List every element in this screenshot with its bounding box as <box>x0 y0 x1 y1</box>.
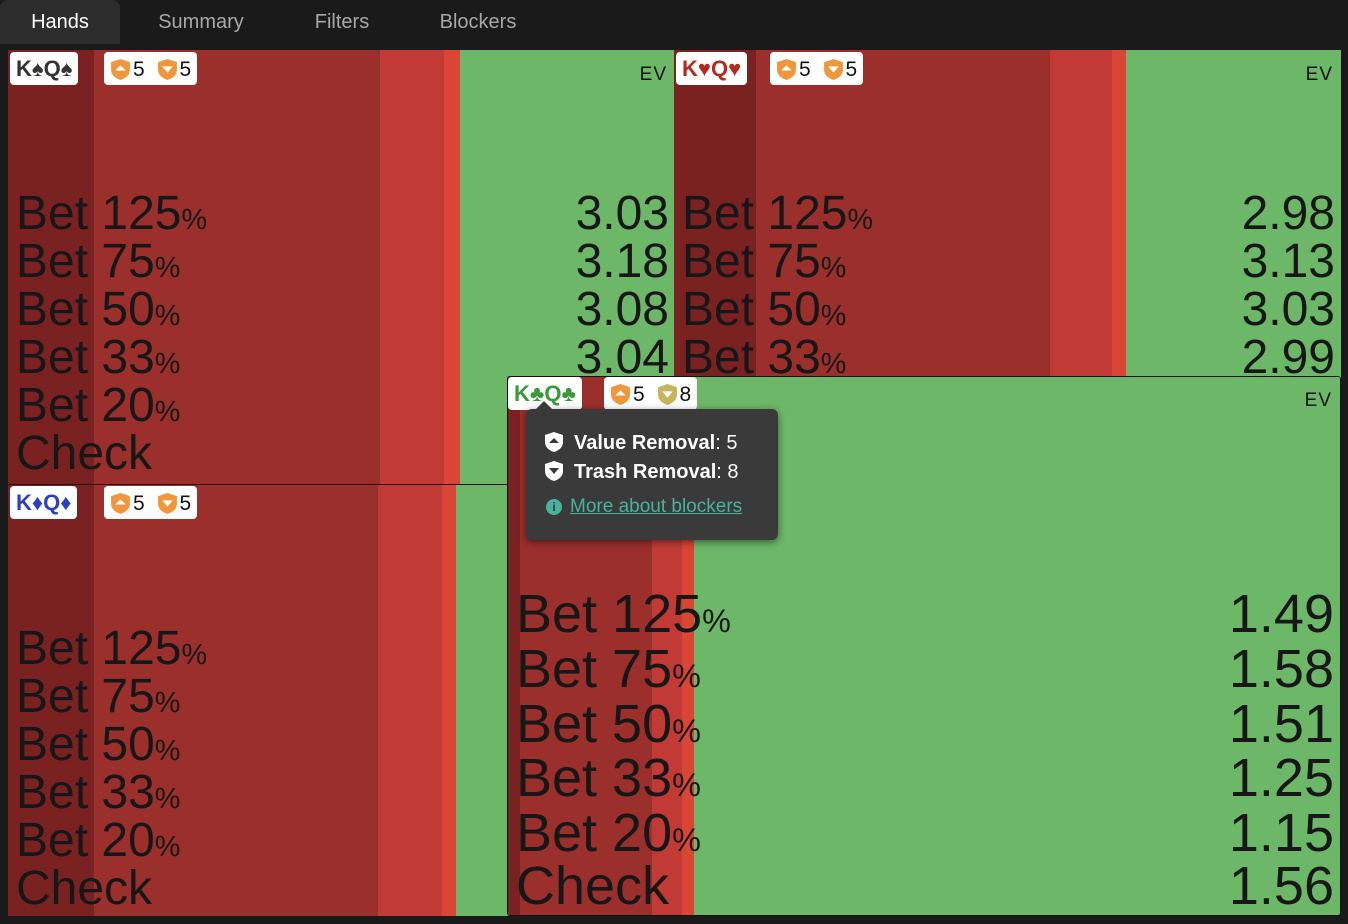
percent-sign: % <box>181 204 208 236</box>
action-label: Bet 75 <box>682 235 821 288</box>
tab-filters[interactable]: Filters <box>292 0 392 44</box>
ev-value: 1.58 <box>1228 639 1334 699</box>
action-label: Bet 20 <box>516 803 673 863</box>
action-label: Bet 75 <box>16 670 155 723</box>
percent-sign: % <box>672 767 701 803</box>
tooltip-value-label: Value Removal <box>574 432 716 454</box>
action-label: Bet 33 <box>16 331 155 384</box>
action-label: Check <box>516 856 670 916</box>
percent-sign: % <box>154 300 181 332</box>
action-label: Bet 50 <box>16 718 155 771</box>
percent-sign: % <box>672 658 701 694</box>
percent-sign: % <box>154 348 181 380</box>
blocker-badge[interactable]: 5 5 <box>104 52 198 85</box>
tab-summary[interactable]: Summary <box>136 0 266 44</box>
percent-sign: % <box>820 252 847 284</box>
tooltip-value-row: Value Removal: 5 <box>544 431 737 455</box>
action-label: Check <box>16 427 153 480</box>
value-removal-count: 5 <box>133 491 145 515</box>
percent-sign: % <box>154 831 181 863</box>
ev-column-label: EV <box>1305 64 1333 85</box>
trash-removal-shield-icon <box>157 58 178 81</box>
value-removal-count: 5 <box>799 57 811 81</box>
value-removal-count: 5 <box>633 382 645 406</box>
trash-removal-shield-icon <box>657 383 678 406</box>
blocker-tooltip: Value Removal: 5 Trash Removal: 8 i More … <box>526 401 778 540</box>
trash-removal-count: 5 <box>845 57 858 81</box>
action-label: Bet 75 <box>516 639 673 699</box>
action-label: Bet 125 <box>16 622 182 675</box>
value-removal-count: 5 <box>133 57 145 81</box>
action-label: Bet 50 <box>682 283 821 336</box>
trash-removal-shield-icon <box>823 58 844 81</box>
trash-removal-shield-icon <box>157 492 178 515</box>
tooltip-trash-row: Trash Removal: 8 <box>544 460 739 484</box>
ev-column-label: EV <box>639 64 667 85</box>
more-about-blockers-link[interactable]: i More about blockers <box>546 496 742 518</box>
trash-removal-count: 8 <box>679 382 692 406</box>
ev-value: 1.56 <box>1228 856 1334 916</box>
percent-sign: % <box>154 252 181 284</box>
tooltip-trash-count: 8 <box>727 461 739 483</box>
value-removal-shield-icon <box>110 58 131 81</box>
ev-value: 3.18 <box>575 235 669 288</box>
action-label: Check <box>16 862 153 915</box>
ev-column-label: EV <box>1304 390 1332 411</box>
ev-value: 2.99 <box>1241 331 1335 384</box>
action-label: Bet 33 <box>682 331 821 384</box>
blocker-badge[interactable]: 5 5 <box>104 486 198 519</box>
tooltip-value-count: 5 <box>726 432 738 454</box>
trash-removal-count: 5 <box>179 491 192 515</box>
percent-sign: % <box>820 300 847 332</box>
value-removal-shield-icon <box>544 431 564 453</box>
info-icon: i <box>546 499 562 515</box>
value-removal-shield-icon <box>776 58 797 81</box>
hand-label: K♥Q♥ <box>676 52 748 85</box>
percent-sign: % <box>154 396 181 428</box>
action-label: Bet 33 <box>516 748 673 808</box>
value-removal-shield-icon <box>610 383 631 406</box>
hand-label: K♦Q♦ <box>10 486 78 519</box>
ev-value: 1.49 <box>1228 584 1334 644</box>
ev-value: 2.98 <box>1241 187 1335 240</box>
action-label: Bet 50 <box>16 283 155 336</box>
tab-blockers[interactable]: Blockers <box>418 0 538 44</box>
ev-value: 3.03 <box>1241 283 1335 336</box>
tab-hands[interactable]: Hands <box>0 0 120 44</box>
more-about-blockers-label: More about blockers <box>570 496 743 517</box>
action-label: Bet 33 <box>16 766 155 819</box>
tooltip-trash-label: Trash Removal <box>574 461 717 483</box>
trash-removal-count: 5 <box>179 57 192 81</box>
action-label: Bet 125 <box>682 187 848 240</box>
action-label: Bet 20 <box>16 814 155 867</box>
ev-value: 1.25 <box>1228 748 1334 808</box>
percent-sign: % <box>672 713 701 749</box>
percent-sign: % <box>154 783 181 815</box>
action-label: Bet 125 <box>16 187 182 240</box>
trash-removal-shield-icon <box>544 460 564 482</box>
tab-bar: Hands Summary Filters Blockers <box>0 0 1348 46</box>
percent-sign: % <box>672 822 701 858</box>
action-label: Bet 75 <box>16 235 155 288</box>
percent-sign: % <box>820 348 847 380</box>
ev-value: 3.08 <box>575 283 669 336</box>
blocker-badge[interactable]: 5 8 <box>604 377 698 410</box>
ev-value: 1.51 <box>1228 694 1334 754</box>
action-label: Bet 20 <box>16 379 155 432</box>
action-label: Bet 125 <box>516 584 703 644</box>
ev-value: 3.13 <box>1241 235 1335 288</box>
percent-sign: % <box>181 639 208 671</box>
percent-sign: % <box>154 687 181 719</box>
percent-sign: % <box>847 204 874 236</box>
ev-value: 3.03 <box>575 187 669 240</box>
hand-label: K♠Q♠ <box>10 52 79 85</box>
action-label: Bet 50 <box>516 694 673 754</box>
blocker-badge[interactable]: 5 5 <box>770 52 864 85</box>
value-removal-shield-icon <box>110 492 131 515</box>
percent-sign: % <box>154 735 181 767</box>
percent-sign: % <box>702 603 731 639</box>
